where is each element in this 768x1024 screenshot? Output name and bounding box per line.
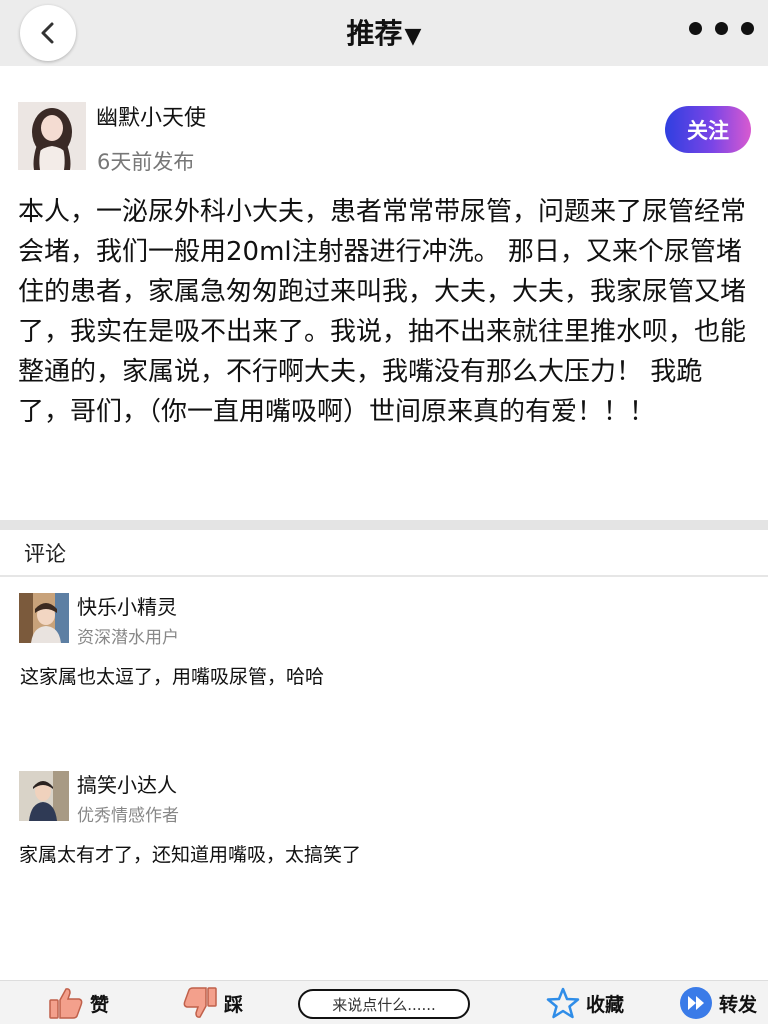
avatar-image <box>19 593 69 643</box>
follow-button[interactable]: 关注 <box>665 106 751 153</box>
author-avatar[interactable] <box>18 102 86 170</box>
like-label: 赞 <box>90 993 110 1016</box>
star-icon <box>546 987 580 1019</box>
share-label: 转发 <box>719 993 758 1016</box>
comment-author-name[interactable]: 快乐小精灵 <box>77 591 177 620</box>
favorite-label: 收藏 <box>586 993 625 1016</box>
comment-avatar[interactable] <box>19 771 69 821</box>
bottom-action-bar: 赞 踩 来说点什么...... 收藏 转发 <box>0 980 768 1024</box>
section-divider <box>0 520 768 530</box>
comment-avatar[interactable] <box>19 593 69 643</box>
comments-header: 评论 <box>24 542 66 566</box>
page-title-text: 推荐 <box>346 17 403 50</box>
comment-text: 这家属也太逗了，用嘴吸尿管，哈哈 <box>20 666 325 688</box>
comment-text: 家属太有才了，还知道用嘴吸，太搞笑了 <box>19 844 362 866</box>
post-content: 本人，一泌尿外科小大夫，患者常常带尿管，问题来了尿管经常会堵，我们一般用20ml… <box>18 197 747 427</box>
share-button[interactable]: 转发 <box>679 981 757 1024</box>
like-button[interactable]: 赞 <box>48 981 109 1024</box>
author-name[interactable]: 幽默小天使 <box>96 100 206 132</box>
more-dot-icon <box>741 22 754 35</box>
top-bar: 推荐▼ <box>0 0 768 66</box>
more-options-button[interactable] <box>689 22 754 35</box>
dropdown-caret-icon: ▼ <box>404 24 422 49</box>
avatar-image <box>19 771 69 821</box>
avatar-image <box>18 102 86 170</box>
comment-author-badge: 资深潜水用户 <box>77 628 179 648</box>
comment-input[interactable]: 来说点什么...... <box>298 989 470 1019</box>
comment-author-name[interactable]: 搞笑小达人 <box>77 769 177 798</box>
favorite-button[interactable]: 收藏 <box>546 981 624 1024</box>
more-dot-icon <box>689 22 702 35</box>
forward-icon <box>680 987 712 1019</box>
page-title[interactable]: 推荐▼ <box>0 12 768 52</box>
thumbs-up-icon <box>49 988 83 1019</box>
divider <box>0 575 768 577</box>
comment-author-badge: 优秀情感作者 <box>77 806 179 826</box>
dislike-label: 踩 <box>224 993 244 1016</box>
dislike-button[interactable]: 踩 <box>182 981 243 1024</box>
more-dot-icon <box>715 22 728 35</box>
post-timestamp: 6天前发布 <box>97 150 195 174</box>
thumbs-down-icon <box>183 987 217 1018</box>
